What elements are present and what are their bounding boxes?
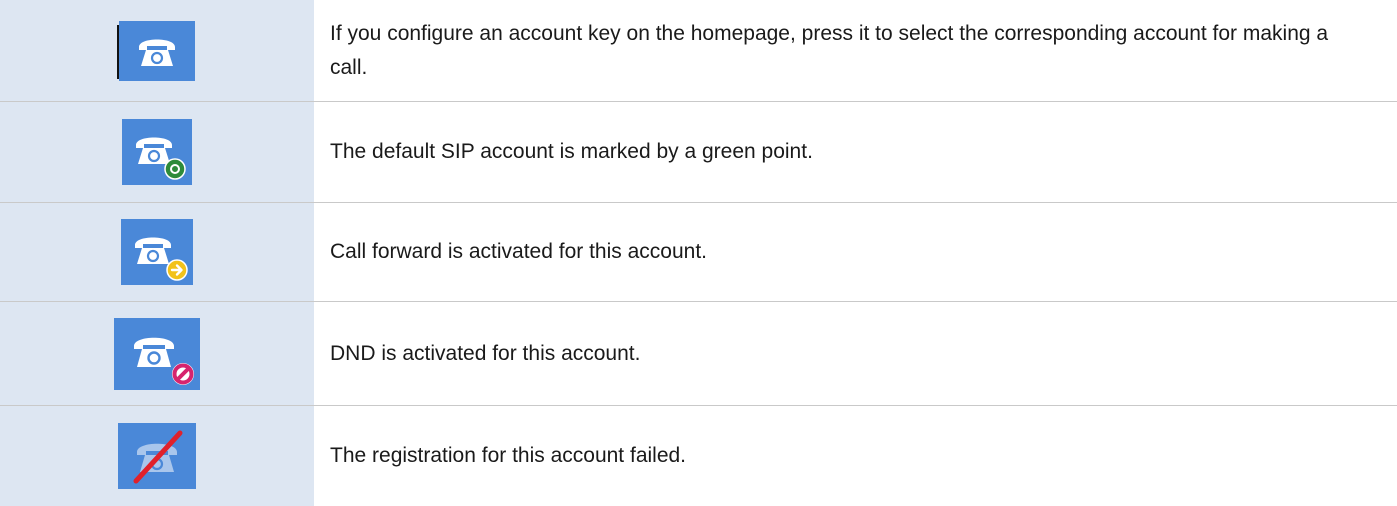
- icon-cell: [0, 302, 314, 405]
- description-text: DND is activated for this account.: [330, 341, 641, 365]
- table-row: DND is activated for this account.: [0, 302, 1397, 406]
- description-cell: If you configure an account key on the h…: [314, 0, 1397, 101]
- phone-dnd-icon: [114, 317, 200, 390]
- description-text: Call forward is activated for this accou…: [330, 240, 707, 263]
- description-text: If you configure an account key on the h…: [330, 21, 1329, 79]
- description-cell: Call forward is activated for this accou…: [314, 203, 1397, 301]
- icon-cell: [0, 0, 314, 101]
- icon-cell: [0, 406, 314, 506]
- table-row: The default SIP account is marked by a g…: [0, 102, 1397, 203]
- text-cursor: [117, 24, 119, 79]
- table-row: Call forward is activated for this accou…: [0, 203, 1397, 302]
- phone-icon: [117, 20, 195, 81]
- phone-default-account-icon: [122, 119, 192, 185]
- description-cell: The registration for this account failed…: [314, 406, 1397, 506]
- table-row: If you configure an account key on the h…: [0, 0, 1397, 102]
- table-row: The registration for this account failed…: [0, 406, 1397, 506]
- phone-registration-failed-icon: [118, 423, 196, 489]
- description-text: The registration for this account failed…: [330, 444, 687, 467]
- description-cell: The default SIP account is marked by a g…: [314, 102, 1397, 202]
- icon-cell: [0, 102, 314, 202]
- icon-cell: [0, 203, 314, 301]
- description-text: The default SIP account is marked by a g…: [330, 140, 813, 163]
- account-status-icon-table: If you configure an account key on the h…: [0, 0, 1397, 506]
- phone-call-forward-icon: [121, 219, 193, 285]
- description-cell: DND is activated for this account.: [314, 302, 1397, 405]
